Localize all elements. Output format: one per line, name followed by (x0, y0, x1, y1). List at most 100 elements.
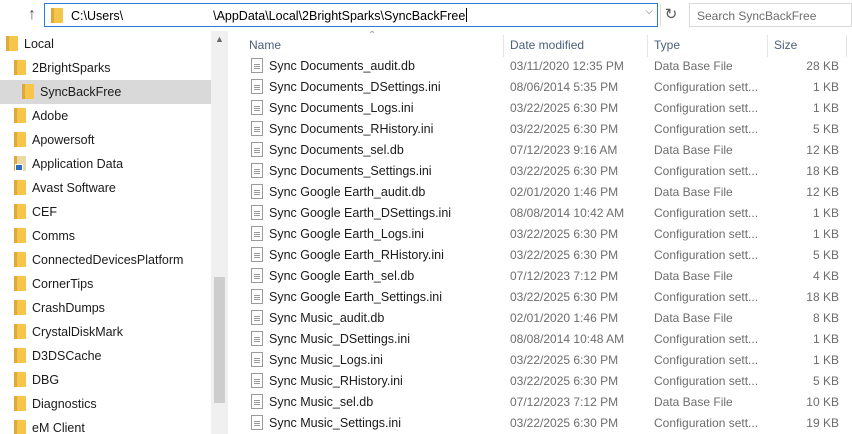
nav-item[interactable]: CrystalDiskMark (0, 320, 211, 344)
nav-item-label: Comms (32, 229, 76, 243)
nav-item[interactable]: 2BrightSparks (0, 56, 211, 80)
file-name: Sync Music_Logs.ini (269, 353, 383, 367)
file-row[interactable]: Sync Google Earth_RHistory.ini 03/22/2025… (229, 245, 852, 266)
column-header-type[interactable]: Type (654, 38, 680, 52)
column-header-name[interactable]: Name (249, 38, 281, 52)
file-name: Sync Google Earth_DSettings.ini (269, 206, 452, 220)
file-row[interactable]: Sync Music_Logs.ini 03/22/2025 6:30 PM Con… (229, 350, 852, 371)
scroll-up-icon[interactable]: ▲ (215, 34, 224, 44)
file-row[interactable]: Sync Google Earth_Logs.ini 03/22/2025 6:3… (229, 224, 852, 245)
chevron-down-icon[interactable]: ⌵ (642, 5, 656, 19)
nav-item-label: SyncBackFree (40, 85, 122, 99)
nav-item[interactable]: D3DSCache (0, 344, 211, 368)
file-row[interactable]: Sync Google Earth_DSettings.ini 08/08/201… (229, 203, 852, 224)
file-row[interactable]: Sync Music_audit.db 02/01/2020 1:46 PM Dat… (229, 308, 852, 329)
folder-icon (14, 204, 27, 219)
file-icon (251, 373, 263, 388)
file-row[interactable]: Sync Documents_Settings.ini 03/22/2025 6:… (229, 161, 852, 182)
file-row[interactable]: Sync Music_sel.db 07/12/2023 7:12 PM Data … (229, 392, 852, 413)
column-header-size[interactable]: Size (774, 38, 797, 52)
file-row[interactable]: Sync Music_DSettings.ini 08/08/2014 10:48… (229, 329, 852, 350)
navigation-pane: Local 2BrightSparks SyncBackFree Adobe Apowe… (0, 31, 228, 434)
file-type: Data Base File (654, 395, 733, 409)
file-icon (251, 205, 263, 220)
file-icon (251, 79, 263, 94)
nav-item[interactable]: DBG (0, 368, 211, 392)
text-cursor (466, 8, 468, 22)
file-name: Sync Google Earth_Settings.ini (269, 290, 443, 304)
file-size: 28 KB (806, 59, 839, 73)
nav-item-label: Application Data (32, 157, 124, 171)
file-size: 19 KB (806, 416, 839, 430)
file-icon (251, 268, 263, 283)
file-type: Configuration sett... (654, 122, 759, 136)
folder-icon (14, 396, 27, 411)
file-name: Sync Music_Settings.ini (269, 416, 402, 430)
file-name: Sync Documents_Logs.ini (269, 101, 414, 115)
file-size: 4 KB (812, 269, 839, 283)
scrollbar-thumb[interactable] (214, 277, 225, 403)
file-type: Data Base File (654, 59, 733, 73)
nav-item[interactable]: ConnectedDevicesPlatform (0, 248, 211, 272)
file-row[interactable]: Sync Documents_sel.db 07/12/2023 9:16 AM D… (229, 140, 852, 161)
column-divider[interactable] (846, 35, 847, 57)
nav-item[interactable]: Diagnostics (0, 392, 211, 416)
file-list: ⌃ Name Date modified Type Size Sync Docu… (229, 31, 852, 434)
file-name: Sync Documents_DSettings.ini (269, 80, 441, 94)
file-row[interactable]: Sync Google Earth_sel.db 07/12/2023 7:12 … (229, 266, 852, 287)
file-size: 10 KB (806, 395, 839, 409)
folder-icon (14, 348, 27, 363)
nav-item[interactable]: Local (0, 32, 211, 56)
nav-item-label: 2BrightSparks (32, 61, 111, 75)
nav-item[interactable]: eM Client (0, 416, 211, 434)
file-row[interactable]: Sync Documents_audit.db 03/11/2020 12:35 … (229, 56, 852, 77)
nav-item[interactable]: SyncBackFree (0, 80, 211, 104)
file-row[interactable]: Sync Documents_Logs.ini 03/22/2025 6:30 P… (229, 98, 852, 119)
refresh-icon[interactable]: ↻ (660, 4, 681, 26)
file-name: Sync Documents_RHistory.ini (269, 122, 434, 136)
file-name: Sync Music_sel.db (269, 395, 374, 409)
file-date: 03/22/2025 6:30 PM (510, 227, 619, 241)
address-path[interactable]: C:\Users\ \AppData\Local\2BrightSparks\Sy… (71, 8, 468, 23)
folder-icon (14, 276, 27, 291)
file-row[interactable]: Sync Music_Settings.ini 03/22/2025 6:30 P… (229, 413, 852, 434)
column-divider[interactable] (647, 35, 648, 57)
file-row[interactable]: Sync Documents_RHistory.ini 03/22/2025 6:… (229, 119, 852, 140)
file-type: Configuration sett... (654, 332, 759, 346)
column-header-date[interactable]: Date modified (510, 38, 584, 52)
nav-item[interactable]: Avast Software (0, 176, 211, 200)
file-date: 08/06/2014 5:35 PM (510, 80, 619, 94)
file-name: Sync Documents_audit.db (269, 59, 415, 73)
file-date: 07/12/2023 9:16 AM (510, 143, 618, 157)
file-icon (251, 121, 263, 136)
nav-item[interactable]: Adobe (0, 104, 211, 128)
file-type: Data Base File (654, 311, 733, 325)
file-row[interactable]: Sync Google Earth_audit.db 02/01/2020 1:4… (229, 182, 852, 203)
navigation-scrollbar[interactable]: ▲ (211, 31, 228, 434)
file-row[interactable]: Sync Google Earth_Settings.ini 03/22/2025… (229, 287, 852, 308)
nav-item-label: D3DSCache (32, 349, 102, 363)
nav-item[interactable]: CrashDumps (0, 296, 211, 320)
file-type: Configuration sett... (654, 374, 759, 388)
nav-item[interactable]: Application Data (0, 152, 211, 176)
file-icon (251, 247, 263, 262)
nav-item-label: Apowersoft (32, 133, 95, 147)
nav-item[interactable]: Comms (0, 224, 211, 248)
address-bar[interactable]: C:\Users\ \AppData\Local\2BrightSparks\Sy… (44, 3, 658, 27)
file-name: Sync Google Earth_sel.db (269, 269, 415, 283)
file-date: 02/01/2020 1:46 PM (510, 311, 619, 325)
file-row[interactable]: Sync Documents_DSettings.ini 08/06/2014 5… (229, 77, 852, 98)
up-arrow-icon[interactable]: ↑ (22, 5, 42, 25)
nav-item[interactable]: CornerTips (0, 272, 211, 296)
file-icon (251, 100, 263, 115)
file-size: 5 KB (812, 248, 839, 262)
column-divider[interactable] (503, 35, 504, 57)
folder-icon (14, 252, 27, 267)
file-icon (251, 331, 263, 346)
file-name: Sync Music_DSettings.ini (269, 332, 411, 346)
search-input[interactable]: Search SyncBackFree (689, 3, 852, 27)
file-row[interactable]: Sync Music_RHistory.ini 03/22/2025 6:30 P… (229, 371, 852, 392)
column-divider[interactable] (767, 35, 768, 57)
nav-item[interactable]: Apowersoft (0, 128, 211, 152)
nav-item[interactable]: CEF (0, 200, 211, 224)
